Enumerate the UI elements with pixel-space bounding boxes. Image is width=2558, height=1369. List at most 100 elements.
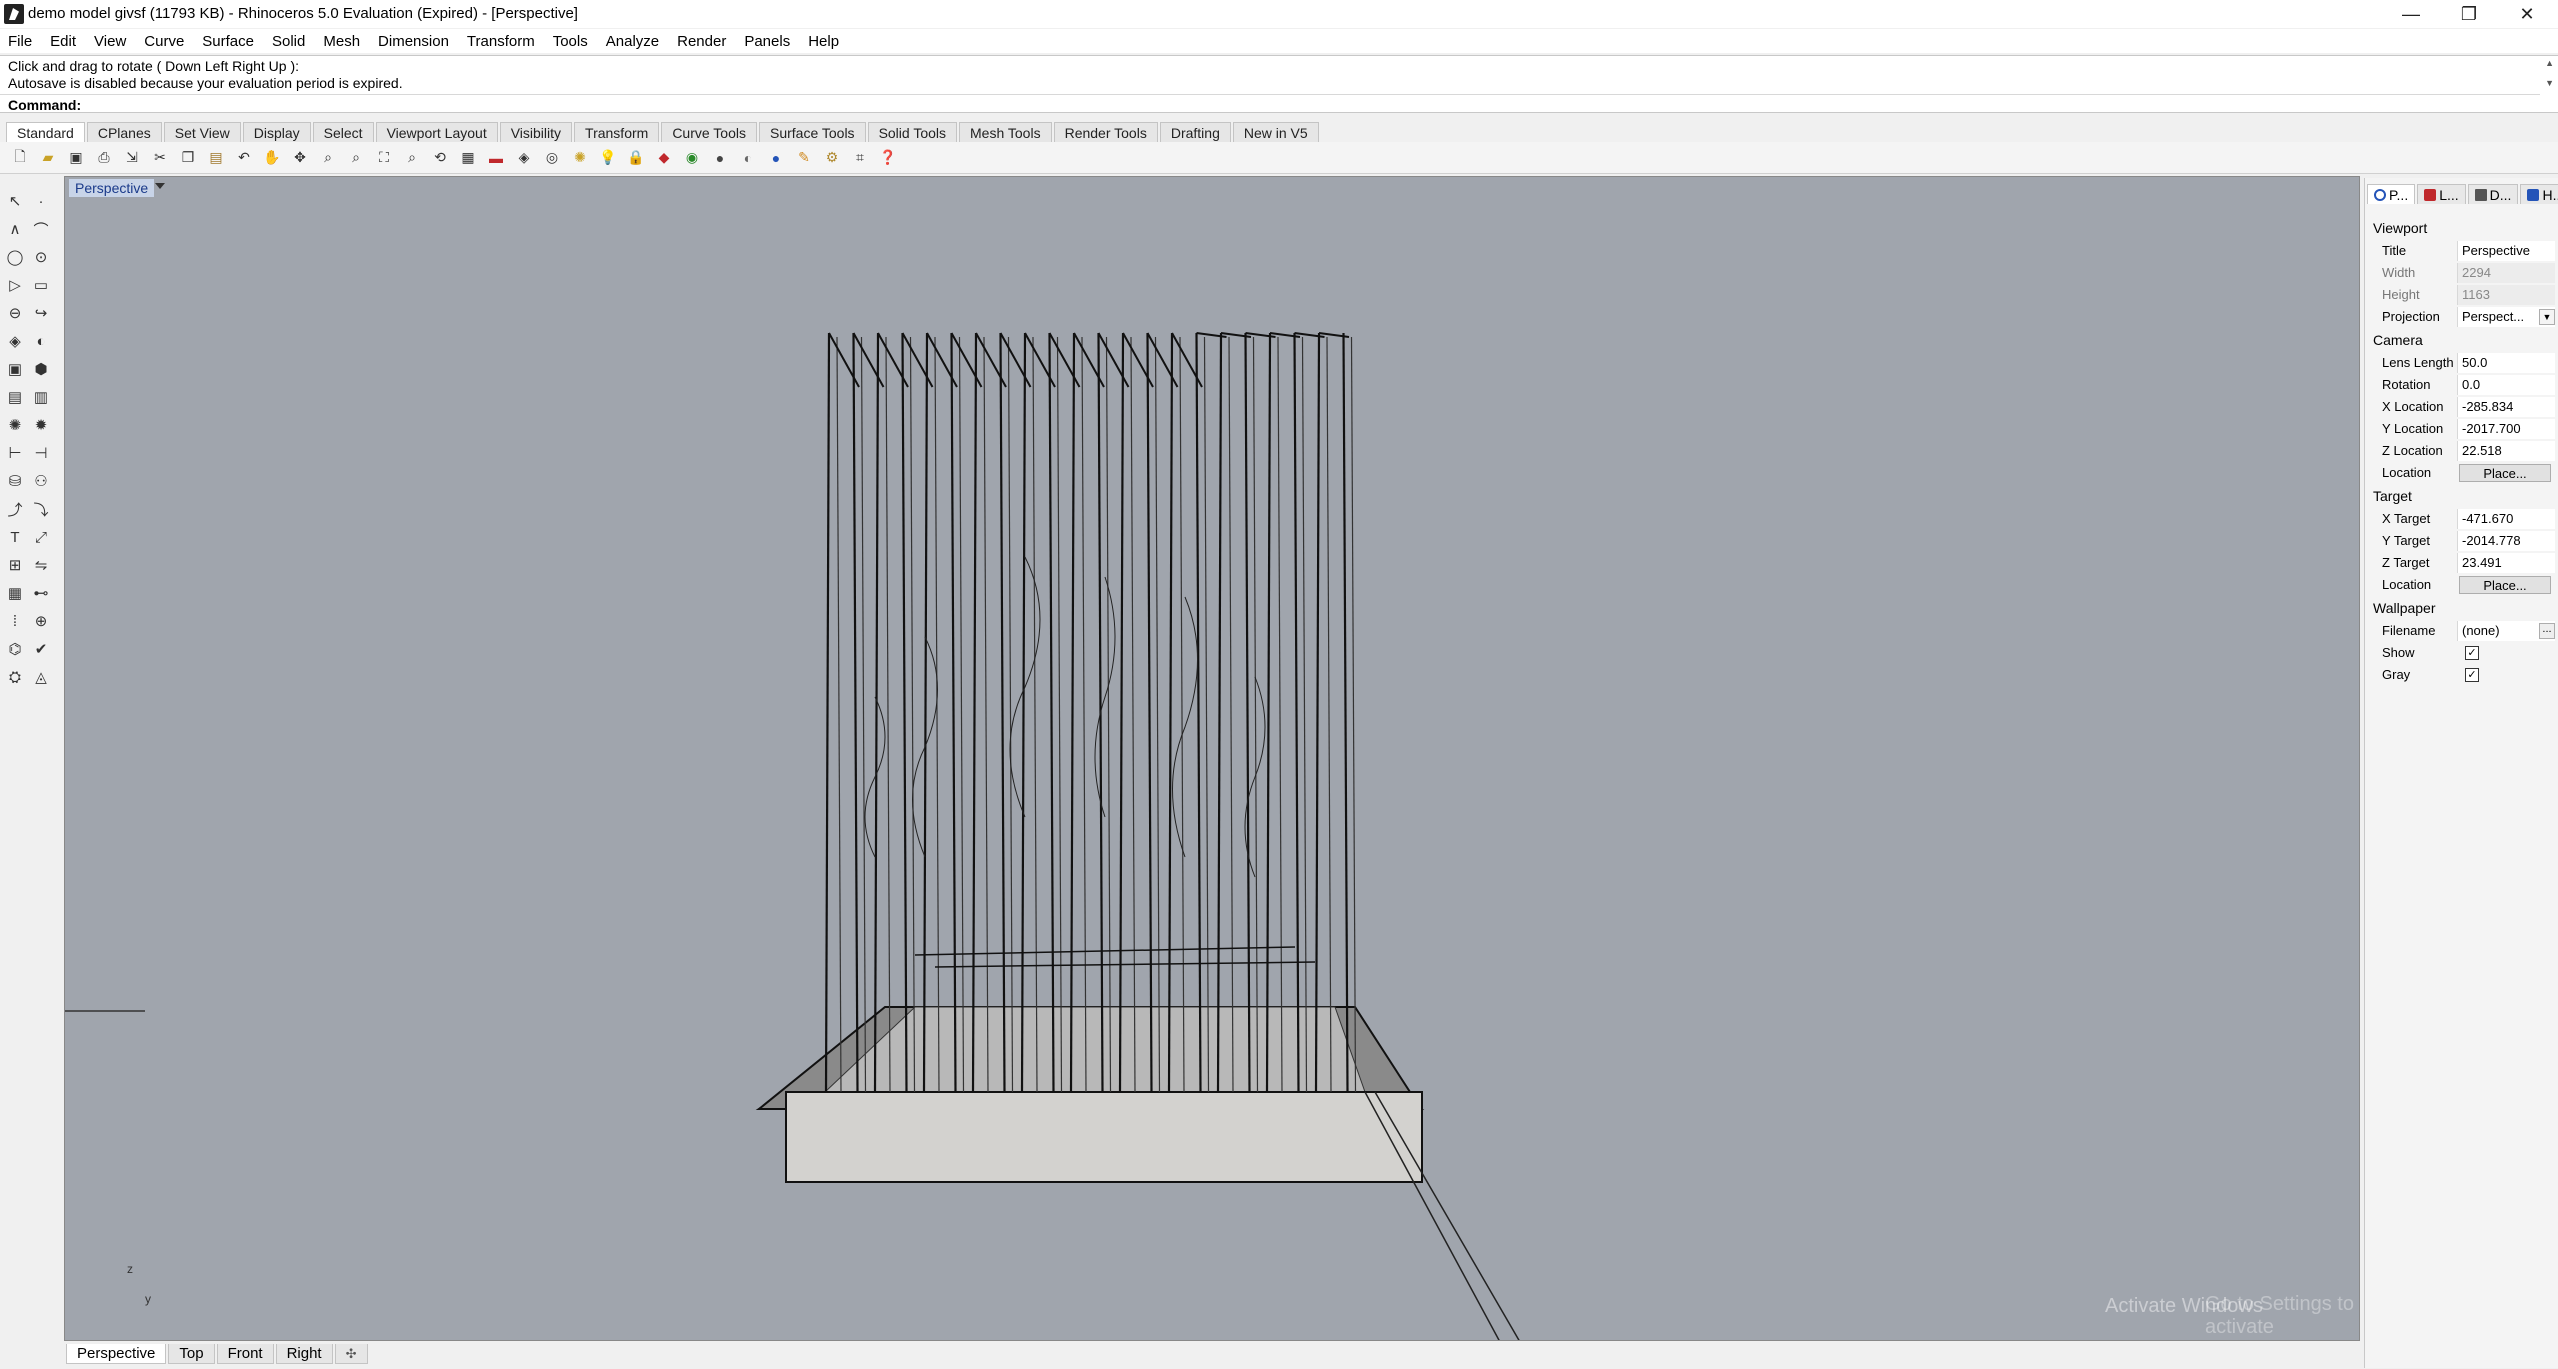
tab-new-in-v5[interactable]: New in V5 — [1232, 122, 1319, 142]
tab-transform[interactable]: Transform — [574, 122, 660, 142]
zoom-extents-icon[interactable]: ⛶ — [374, 148, 394, 168]
menu-solid[interactable]: Solid — [272, 33, 305, 50]
menu-help[interactable]: Help — [808, 33, 839, 50]
render-tool-icon[interactable]: ⛭ — [4, 666, 26, 688]
menu-surface[interactable]: Surface — [202, 33, 254, 50]
menu-panels[interactable]: Panels — [744, 33, 790, 50]
paint-icon[interactable]: ◬ — [30, 666, 52, 688]
prop-title-field[interactable]: Perspective — [2457, 241, 2555, 261]
paste-icon[interactable]: ▤ — [206, 148, 226, 168]
tab-drafting[interactable]: Drafting — [1159, 122, 1231, 142]
tab-cplanes[interactable]: CPlanes — [86, 122, 162, 142]
camera-place-button[interactable]: Place... — [2459, 464, 2551, 482]
perspective-viewport[interactable]: Perspective z y Activate Windows Go to S… — [64, 176, 2360, 1341]
gray-checkbox[interactable]: ✓ — [2465, 668, 2479, 682]
tab-display[interactable]: Display — [242, 122, 311, 142]
prop-rotation-field[interactable]: 0.0 — [2457, 375, 2555, 395]
arc-icon[interactable]: ⊖ — [4, 302, 26, 324]
surface-icon[interactable]: ◈ — [4, 330, 26, 352]
menu-edit[interactable]: Edit — [50, 33, 76, 50]
rectangle-icon[interactable]: ▭ — [30, 274, 52, 296]
render-icon[interactable]: ◆ — [654, 148, 674, 168]
panel-tab-layers[interactable]: L... — [2417, 184, 2466, 204]
menu-analyze[interactable]: Analyze — [606, 33, 659, 50]
prop-xtarget-field[interactable]: -471.670 — [2457, 509, 2555, 529]
close-button[interactable]: ✕ — [2498, 0, 2556, 28]
viewport-tab-right[interactable]: Right — [275, 1344, 333, 1364]
copy-icon[interactable]: ❐ — [178, 148, 198, 168]
viewport-menu-arrow-icon[interactable] — [155, 183, 165, 189]
array-icon[interactable]: ⊞ — [4, 554, 26, 576]
box-icon[interactable]: ▣ — [4, 358, 26, 380]
lock-icon[interactable]: 🔒 — [626, 148, 646, 168]
loft-icon[interactable]: ◐ — [30, 330, 52, 352]
snap-icon[interactable]: ✺ — [570, 148, 590, 168]
mesh-icon[interactable]: ▤ — [4, 386, 26, 408]
dimension-icon[interactable]: ⊢ — [4, 442, 26, 464]
trim-icon[interactable]: ⤵ — [30, 498, 52, 520]
gumball-icon[interactable]: ⊕ — [30, 610, 52, 632]
tab-solid-tools[interactable]: Solid Tools — [867, 122, 958, 142]
join-icon[interactable]: ⤴ — [4, 498, 26, 520]
circle-icon[interactable]: ◯ — [4, 246, 26, 268]
panel-tab-properties[interactable]: P... — [2367, 184, 2416, 204]
command-input[interactable] — [84, 97, 2534, 112]
tab-mesh-tools[interactable]: Mesh Tools — [959, 122, 1052, 142]
add-viewport-tab-icon[interactable]: ✣ — [334, 1344, 368, 1364]
tab-curve-tools[interactable]: Curve Tools — [661, 122, 757, 142]
cplane-icon[interactable]: ◈ — [514, 148, 534, 168]
rotate-view-icon[interactable]: ⟲ — [430, 148, 450, 168]
polyline-icon[interactable]: ∧ — [4, 218, 26, 240]
spotlight-icon[interactable]: ✹ — [30, 414, 52, 436]
panel-tab-display[interactable]: D... — [2467, 184, 2519, 204]
leader-icon[interactable]: ⊣ — [30, 442, 52, 464]
gear-tools-icon[interactable]: ⚙ — [822, 148, 842, 168]
viewport-tab-top[interactable]: Top — [168, 1344, 215, 1364]
zoom-selected-icon[interactable]: ⌕ — [402, 148, 422, 168]
mirror-icon[interactable]: ⇋ — [30, 554, 52, 576]
pencil-icon[interactable]: ✎ — [794, 148, 814, 168]
scroll-up-icon[interactable]: ▲ — [2545, 58, 2554, 68]
print-icon[interactable]: ⎙ — [94, 148, 114, 168]
open-file-icon[interactable]: ▰ — [38, 148, 58, 168]
car-icon[interactable]: ▬ — [486, 148, 506, 168]
viewport-tab-front[interactable]: Front — [216, 1344, 274, 1364]
grid-icon[interactable]: ◎ — [542, 148, 562, 168]
chevron-down-icon[interactable]: ▼ — [2539, 309, 2555, 325]
ellipse-icon[interactable]: ⊙ — [30, 246, 52, 268]
viewport-title-label[interactable]: Perspective — [69, 179, 155, 197]
select-arrow-icon[interactable]: ↖ — [4, 190, 26, 212]
menu-render[interactable]: Render — [677, 33, 726, 50]
viewport-tab-perspective[interactable]: Perspective — [66, 1344, 167, 1364]
pan-icon[interactable]: ✋ — [262, 148, 282, 168]
polygon-icon[interactable]: ▷ — [4, 274, 26, 296]
text-icon[interactable]: T — [4, 526, 26, 548]
prop-lens-field[interactable]: 50.0 — [2457, 353, 2555, 373]
tab-viewport-layout[interactable]: Viewport Layout — [375, 122, 498, 142]
panel-tab-help[interactable]: H... — [2520, 184, 2558, 204]
menu-tools[interactable]: Tools — [553, 33, 588, 50]
menu-dimension[interactable]: Dimension — [378, 33, 449, 50]
scale-icon[interactable]: ⤢ — [30, 526, 52, 548]
zoom-window-icon[interactable]: ⌕ — [346, 148, 366, 168]
target-place-button[interactable]: Place... — [2459, 576, 2551, 594]
tab-visibility[interactable]: Visibility — [499, 122, 573, 142]
group-icon[interactable]: ⛁ — [4, 470, 26, 492]
grid-array-icon[interactable]: ⁞ — [4, 610, 26, 632]
tab-render-tools[interactable]: Render Tools — [1053, 122, 1158, 142]
rhino-app-icon[interactable] — [4, 4, 24, 24]
maximize-button[interactable]: ❐ — [2440, 0, 2498, 28]
prop-ztarget-field[interactable]: 23.491 — [2457, 553, 2555, 573]
minimize-button[interactable]: — — [2382, 0, 2440, 28]
tab-set-view[interactable]: Set View — [163, 122, 241, 142]
prop-zloc-field[interactable]: 22.518 — [2457, 441, 2555, 461]
tab-surface-tools[interactable]: Surface Tools — [758, 122, 866, 142]
show-checkbox[interactable]: ✓ — [2465, 646, 2479, 660]
material-icon[interactable]: ◐ — [738, 148, 758, 168]
tab-select[interactable]: Select — [312, 122, 374, 142]
menu-file[interactable]: File — [8, 33, 32, 50]
export-icon[interactable]: ⇲ — [122, 148, 142, 168]
save-icon[interactable]: ▣ — [66, 148, 86, 168]
menu-view[interactable]: View — [94, 33, 126, 50]
menu-mesh[interactable]: Mesh — [323, 33, 360, 50]
